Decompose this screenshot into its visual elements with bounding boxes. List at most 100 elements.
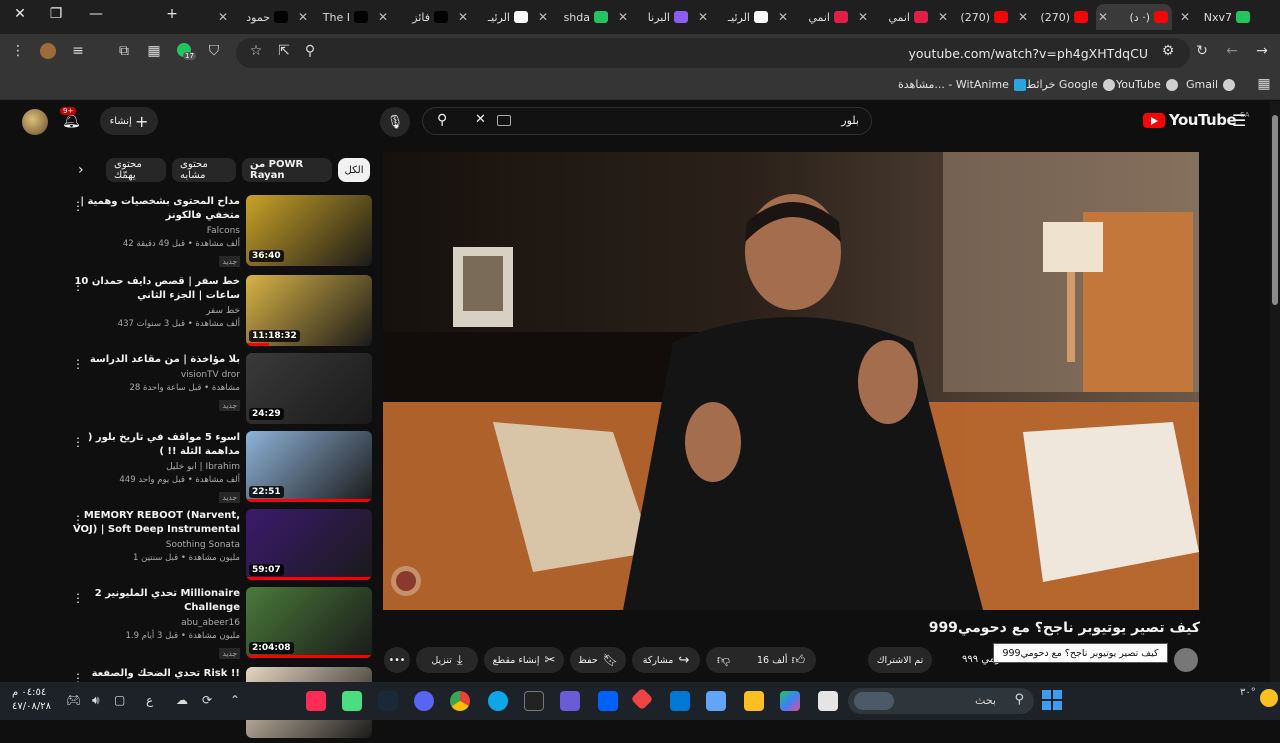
- extension-icon[interactable]: ▦: [144, 43, 164, 59]
- hamburger-menu-icon[interactable]: ☰: [1232, 111, 1246, 130]
- browser-tab[interactable]: ✕ shda: [536, 4, 612, 30]
- extension-badge-icon[interactable]: 17: [174, 43, 196, 61]
- bookmark-youtube[interactable]: YouTube: [1116, 78, 1178, 91]
- more-options-icon[interactable]: ⋮: [72, 357, 84, 371]
- all-bookmarks-icon[interactable]: ▦: [1254, 76, 1274, 92]
- store-icon[interactable]: [706, 691, 726, 711]
- reading-list-icon[interactable]: ≡: [68, 43, 88, 59]
- clip-button[interactable]: إنشاء مقطع ✂: [484, 647, 564, 673]
- bookmark-witanime[interactable]: مشاهدة... - WitAnime: [898, 78, 1026, 91]
- video-thumbnail[interactable]: 24:29: [246, 353, 372, 424]
- video-thumbnail[interactable]: 22:51: [246, 431, 372, 502]
- language-indicator[interactable]: ع: [146, 693, 153, 707]
- notifications-bell-icon[interactable]: 🔔︎ 9+: [60, 107, 81, 129]
- restore-window-icon[interactable]: ❐: [44, 6, 68, 22]
- minimize-window-icon[interactable]: —: [84, 6, 108, 22]
- recommendation-item[interactable]: 22:51 اسوء 5 مواقف في تاريخ بلور ( مداهمة…: [60, 431, 372, 507]
- video-title[interactable]: تحدي المليونير 2 Millionaire Challenge: [64, 587, 240, 615]
- browser-tab[interactable]: ✕ (270): [936, 4, 1012, 30]
- browser-tab[interactable]: ✕ Nxv7: [1178, 4, 1254, 30]
- tray-overflow-icon[interactable]: ⌃: [230, 693, 240, 707]
- shield-icon[interactable]: ⛉: [204, 43, 224, 59]
- new-tab-icon[interactable]: +: [160, 6, 184, 22]
- steam-icon[interactable]: [378, 691, 398, 711]
- channel-name[interactable]: خط سفر: [64, 306, 240, 316]
- browser-tab[interactable]: ✕ (270): [1016, 4, 1092, 30]
- close-tab-icon[interactable]: ✕: [1016, 10, 1030, 24]
- save-button[interactable]: حفظ 🔖︎: [570, 647, 626, 673]
- close-tab-icon[interactable]: ✕: [1178, 10, 1192, 24]
- voice-search-icon[interactable]: 🎙︎: [380, 107, 410, 137]
- video-title[interactable]: بلا مؤاخذة | من مقاعد الدراسة: [64, 353, 240, 367]
- create-button[interactable]: إنشاء +: [100, 107, 158, 135]
- close-tab-icon[interactable]: ✕: [696, 10, 710, 24]
- app-icon[interactable]: [342, 691, 362, 711]
- recommendation-item[interactable]: 2:04:08 تحدي المليونير 2 Millionaire Chal…: [60, 587, 372, 663]
- sync-icon[interactable]: ⟳: [202, 693, 212, 707]
- scrollbar-thumb[interactable]: [1272, 115, 1278, 305]
- task-view-icon[interactable]: [818, 691, 838, 711]
- channel-name[interactable]: ابو خليل | Ibrahim: [64, 462, 240, 472]
- dropbox-icon[interactable]: [598, 691, 618, 711]
- onedrive-icon[interactable]: ☁︎: [176, 693, 188, 707]
- more-options-icon[interactable]: ⋮: [72, 279, 84, 293]
- browser-tab[interactable]: ✕ (د ·): [1096, 4, 1172, 30]
- close-tab-icon[interactable]: ✕: [376, 10, 390, 24]
- close-tab-icon[interactable]: ✕: [776, 10, 790, 24]
- app-diamond-icon[interactable]: [630, 687, 654, 711]
- search-input[interactable]: بلور: [841, 114, 859, 127]
- video-thumbnail[interactable]: 59:07: [246, 509, 372, 580]
- channel-name[interactable]: visionTV dror: [64, 370, 240, 380]
- browser-tab[interactable]: ✕ الرئيـ: [456, 4, 532, 30]
- close-tab-icon[interactable]: ✕: [456, 10, 470, 24]
- discord-icon[interactable]: [414, 691, 434, 711]
- like-button[interactable]: 16 ألف 👍︎: [757, 653, 805, 668]
- channel-name[interactable]: Soothing Sonata: [64, 540, 240, 550]
- chips-next-icon[interactable]: ›: [78, 162, 84, 178]
- clear-search-icon[interactable]: ✕: [475, 112, 486, 127]
- keyboard-icon[interactable]: [497, 115, 511, 126]
- video-thumbnail[interactable]: 2:04:08: [246, 587, 372, 658]
- browser-tab[interactable]: ✕ حمود: [216, 4, 292, 30]
- browser-tab[interactable]: ✕ الرئيـ: [696, 4, 772, 30]
- recommendation-item[interactable]: 11:18:32 خط سفر | قصص دايف حمدان 10 ساعات…: [60, 275, 372, 351]
- browser-menu-icon[interactable]: ⋮: [8, 43, 28, 59]
- channel-avatar[interactable]: [1174, 648, 1198, 672]
- extensions-icon[interactable]: ⧉: [114, 43, 134, 59]
- more-options-icon[interactable]: ⋮: [72, 435, 84, 449]
- more-options-icon[interactable]: ⋮: [72, 199, 84, 213]
- zoom-icon[interactable]: ⚲: [300, 43, 320, 59]
- bookmark-gmail[interactable]: Gmail: [1186, 78, 1236, 91]
- chip-for-you[interactable]: محتوى يهمّك: [106, 158, 166, 182]
- video-title[interactable]: MEMORY REBOOT (Narvent, VOJ) | Soft Deep…: [64, 509, 240, 537]
- close-tab-icon[interactable]: ✕: [936, 10, 950, 24]
- chip-from-channel[interactable]: من POWR Rayan: [242, 158, 332, 182]
- forward-icon[interactable]: ←: [1222, 43, 1242, 59]
- video-title[interactable]: اسوء 5 مواقف في تاريخ بلور ( مداهمة الثل…: [64, 431, 240, 459]
- channel-name[interactable]: Falcons: [64, 226, 240, 236]
- outlook-icon[interactable]: [670, 691, 690, 711]
- file-explorer-icon[interactable]: [744, 691, 764, 711]
- share-button[interactable]: مشاركة ↪: [632, 647, 700, 673]
- video-player[interactable]: [383, 152, 1199, 610]
- video-title[interactable]: تحدي الضحك والصفعة Risk !!: [64, 667, 240, 681]
- taskbar-search[interactable]: بحث ⚲: [848, 688, 1034, 714]
- close-tab-icon[interactable]: ✕: [296, 10, 310, 24]
- browser-tab[interactable]: ✕ The I: [296, 4, 372, 30]
- address-bar[interactable]: ☆ ⇱ ⚲ youtube.com/watch?v=ph4gXHTdqCU ⚙: [236, 38, 1190, 68]
- account-avatar[interactable]: [22, 109, 48, 135]
- bookmark-google-maps[interactable]: خرائط Google: [1026, 78, 1115, 91]
- video-title[interactable]: خط سفر | قصص دايف حمدان 10 ساعات | الجزء…: [64, 275, 240, 303]
- page-scrollbar[interactable]: [1270, 101, 1280, 682]
- dislike-icon[interactable]: 👎︎: [717, 653, 730, 668]
- site-settings-icon[interactable]: ⚙: [1158, 43, 1178, 59]
- video-title[interactable]: مداح المحتوى بشخصيات وهمية | متخفي فالكو…: [64, 195, 240, 223]
- search-icon[interactable]: ⚲: [437, 112, 447, 128]
- volume-icon[interactable]: 🔊︎: [92, 693, 100, 708]
- close-tab-icon[interactable]: ✕: [1096, 10, 1110, 24]
- browser-tab[interactable]: ✕ البرنا: [616, 4, 692, 30]
- edge-icon[interactable]: [488, 691, 508, 711]
- adobe-icon[interactable]: [306, 691, 326, 711]
- back-icon[interactable]: →: [1252, 43, 1272, 59]
- reload-icon[interactable]: ↻: [1192, 43, 1212, 59]
